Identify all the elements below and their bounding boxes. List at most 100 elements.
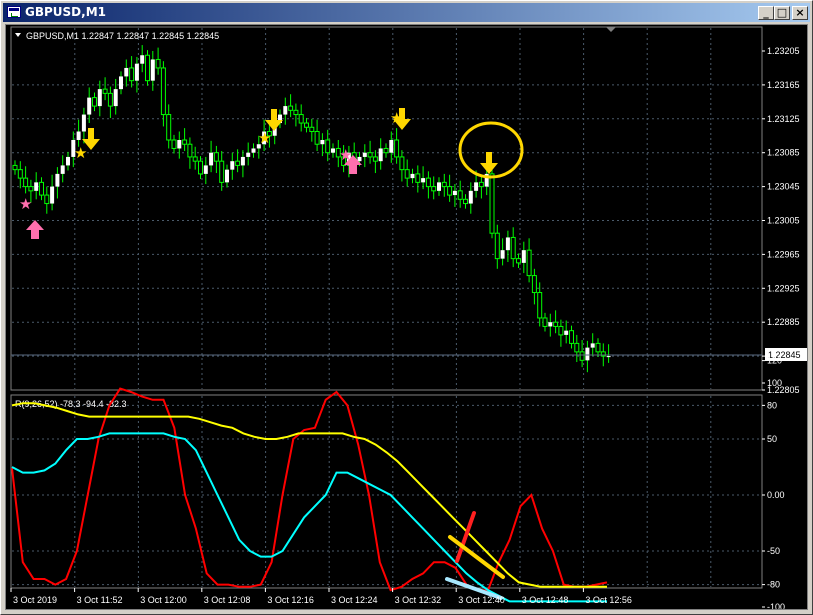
candle-body — [531, 275, 537, 294]
sell-star-icon: ★ — [258, 130, 271, 147]
candle-body — [474, 182, 479, 191]
candle-body — [192, 156, 198, 162]
candle-body — [590, 343, 595, 348]
candle-body — [325, 139, 331, 154]
candle-body — [362, 152, 367, 157]
candle-body — [298, 114, 304, 124]
candle-body — [140, 55, 145, 64]
price-tick-label: 1.22925 — [767, 283, 800, 293]
buy-arrow-icon — [26, 220, 44, 239]
candle-body — [399, 156, 405, 171]
candle-body — [87, 97, 92, 115]
candle-body — [219, 160, 225, 183]
candle-body — [457, 190, 463, 200]
candle-body — [145, 54, 150, 82]
candle-body — [516, 258, 521, 264]
time-tick-label: 3 Oct 12:56 — [585, 595, 632, 605]
maximize-button[interactable]: □ — [774, 6, 790, 20]
candle-body — [441, 181, 447, 188]
chart-header: GBPUSD,M1 1.22847 1.22847 1.22845 1.2284… — [26, 31, 219, 41]
chart-canvas[interactable]: GBPUSD,M1 1.22847 1.22847 1.22845 1.2284… — [6, 25, 807, 609]
candle-body — [431, 186, 437, 192]
time-tick-label: 3 Oct 12:08 — [204, 595, 251, 605]
indicator-frame — [10, 394, 763, 589]
candle-body — [150, 59, 155, 81]
chart-menu-triangle-icon[interactable] — [15, 33, 21, 37]
candle-body — [372, 156, 378, 162]
candle-body — [595, 342, 601, 353]
candle-body — [246, 152, 251, 157]
candle-body — [209, 152, 214, 166]
candle-body — [44, 194, 50, 205]
candle-body — [39, 181, 44, 196]
candle-body — [437, 182, 441, 191]
sell-star-icon: ★ — [390, 110, 403, 127]
indicator-tick-label: 50 — [767, 434, 777, 444]
candle-body — [187, 143, 193, 158]
candle-body — [304, 122, 309, 128]
candle-body — [394, 139, 400, 158]
indicator-tick-label: -100 — [767, 602, 785, 609]
candle-body — [230, 161, 235, 170]
candle-body — [17, 169, 23, 179]
candle-body — [526, 249, 532, 277]
candle-body — [357, 156, 362, 162]
candle-body — [478, 181, 484, 188]
candle-body — [107, 92, 113, 107]
candle-body — [155, 58, 161, 69]
price-tick-label: 1.22965 — [767, 249, 800, 259]
chart-area[interactable]: GBPUSD,M1 1.22847 1.22847 1.22845 1.2284… — [5, 24, 808, 610]
title-bar[interactable]: GBPUSD,M1 _ □ × — [3, 3, 810, 22]
chart-window: GBPUSD,M1 _ □ × GBPUSD,M1 1.22847 1.2284… — [0, 0, 813, 615]
candle-body — [585, 347, 590, 361]
candle-body — [119, 76, 123, 90]
time-tick-label: 3 Oct 12:24 — [331, 595, 378, 605]
candle-body — [569, 330, 574, 344]
time-tick-label: 3 Oct 12:00 — [140, 595, 187, 605]
candle-body — [113, 89, 118, 107]
time-tick-label: 3 Oct 2019 — [13, 595, 57, 605]
candle-body — [81, 114, 86, 132]
chart-window-icon[interactable] — [7, 6, 21, 18]
candle-body — [468, 190, 473, 204]
candle-body — [23, 177, 29, 188]
candle-body — [463, 198, 468, 205]
main-chart-grid — [12, 28, 761, 389]
candle-body — [34, 182, 39, 191]
candle-body — [102, 88, 108, 94]
candle-body — [489, 173, 495, 234]
indicator-tick-label: -50 — [767, 546, 780, 556]
candle-body — [160, 67, 166, 116]
candle-body — [177, 139, 182, 149]
time-tick-label: 3 Oct 12:48 — [522, 595, 569, 605]
price-tick-label: 1.23165 — [767, 80, 800, 90]
candle-body — [367, 152, 373, 158]
candle-body — [97, 89, 102, 107]
chart-shift-icon[interactable] — [606, 27, 616, 32]
candle-body — [500, 250, 505, 259]
candle-body — [134, 63, 139, 81]
price-tick-label: 1.23205 — [767, 46, 800, 56]
time-tick-label: 3 Oct 12:32 — [395, 595, 442, 605]
candle-body — [320, 139, 325, 145]
indicator-tick-label: 80 — [767, 400, 777, 410]
candle-body — [171, 139, 177, 149]
time-axis: 3 Oct 2019 3 Oct 11:52 3 Oct 12:00 3 Oct 12… — [10, 588, 632, 605]
candle-body — [505, 237, 510, 251]
candle-body — [447, 186, 453, 196]
indicator-red-line — [11, 387, 608, 592]
indicator-tick-label: 0.00 — [767, 490, 785, 500]
price-tick-label: 1.23005 — [767, 216, 800, 226]
candle-body — [240, 156, 245, 166]
minimize-button[interactable]: _ — [758, 6, 774, 20]
time-tick-label: 3 Oct 11:52 — [77, 595, 123, 605]
candle-body — [383, 147, 389, 154]
indicator-annotations — [445, 511, 505, 600]
candle-body — [92, 97, 97, 107]
close-button[interactable]: × — [792, 6, 808, 20]
candle-body — [389, 139, 394, 153]
price-tick-label: 1.23085 — [767, 148, 800, 158]
candle-body — [542, 317, 548, 327]
signal-annotations: ★ ★ ★ ★ ★ — [19, 108, 524, 239]
candle-body — [579, 351, 585, 361]
